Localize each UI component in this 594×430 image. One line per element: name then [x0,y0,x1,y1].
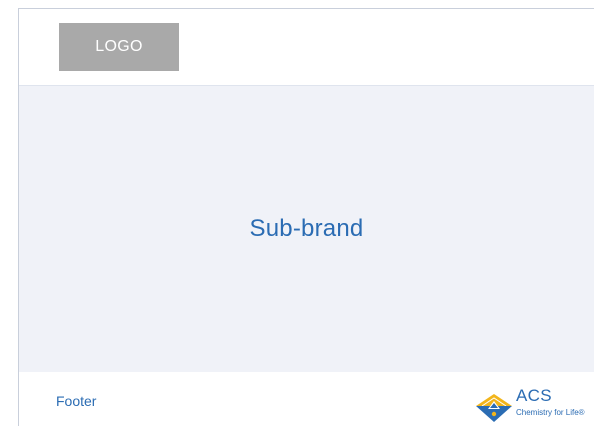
acs-tagline: Chemistry for Life® [516,408,585,417]
footer: Footer ACS Chemistry for Life® [19,372,594,427]
header: LOGO [19,9,594,86]
acs-brand-mark[interactable]: ACS Chemistry for Life® [474,386,594,426]
hero-section: Sub-brand [19,86,594,372]
footer-label[interactable]: Footer [56,393,96,409]
layout-frame: LOGO Sub-brand Footer ACS Chemistry for … [18,8,594,427]
page: LOGO Sub-brand Footer ACS Chemistry for … [0,0,594,430]
logo-label: LOGO [95,38,143,55]
logo-placeholder[interactable]: LOGO [59,23,179,71]
acs-wordmark: ACS [516,386,552,405]
acs-emblem-icon [476,394,512,422]
sub-brand-title: Sub-brand [249,215,364,242]
hero-title: Sub-brand [19,86,594,372]
